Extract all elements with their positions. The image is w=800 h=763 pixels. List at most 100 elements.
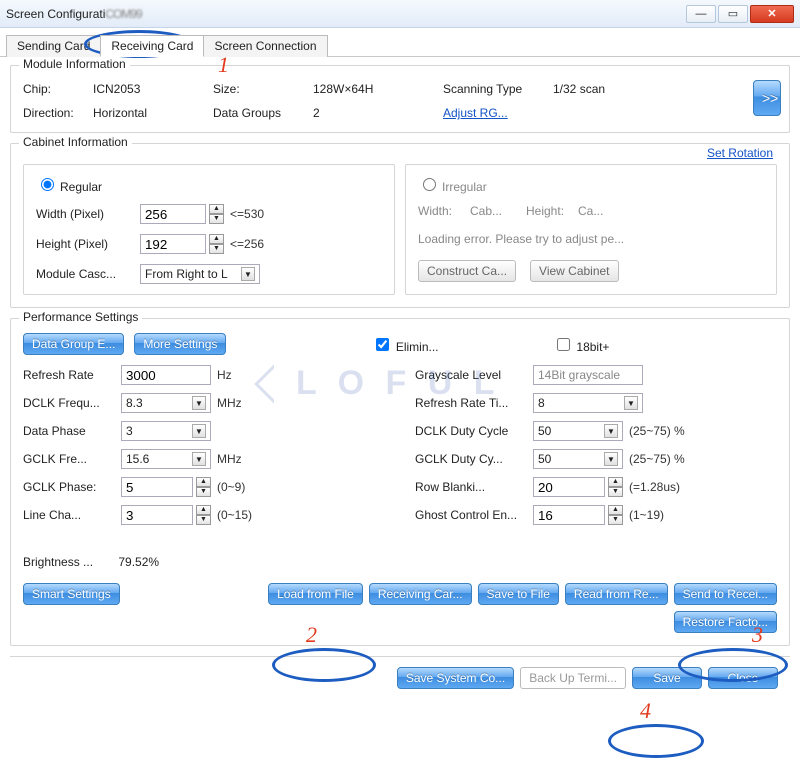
title-blur: COM99: [105, 7, 141, 21]
direction-value: Horizontal: [93, 106, 213, 120]
dclk-duty-label: DCLK Duty Cycle: [415, 424, 527, 438]
irregular-radio[interactable]: [423, 178, 436, 191]
reg-height-hint: <=256: [230, 237, 264, 251]
size-value: 128W×64H: [313, 82, 443, 96]
annotation-circle-4: [608, 724, 704, 758]
eliminate-checkbox[interactable]: [376, 338, 389, 351]
set-rotation-link[interactable]: Set Rotation: [707, 146, 773, 160]
data-groups-label: Data Groups: [213, 106, 313, 120]
construct-cabinet-button[interactable]: Construct Ca...: [418, 260, 516, 282]
ghost-control-input[interactable]: [533, 505, 605, 525]
cascade-select[interactable]: From Right to L ▼: [140, 264, 260, 284]
restore-factory-button[interactable]: Restore Facto...: [674, 611, 777, 633]
18bit-checkbox-wrap[interactable]: 18bit+: [553, 335, 609, 354]
receiving-card-button[interactable]: Receiving Car...: [369, 583, 472, 605]
smart-settings-button[interactable]: Smart Settings: [23, 583, 120, 605]
brightness-value: 79.52%: [118, 555, 159, 569]
refresh-rate-input[interactable]: [121, 365, 211, 385]
dclk-freq-label: DCLK Frequ...: [23, 396, 115, 410]
gclk-duty-hint: (25~75) %: [629, 452, 685, 466]
regular-radio-wrap[interactable]: Regular: [36, 180, 102, 194]
reg-height-label: Height (Pixel): [36, 237, 134, 251]
gclk-duty-select[interactable]: 50▼: [533, 449, 623, 469]
data-phase-select[interactable]: 3▼: [121, 421, 211, 441]
dclk-duty-select[interactable]: 50▼: [533, 421, 623, 441]
row-blanking-spinner[interactable]: ▲▼: [608, 477, 623, 497]
reg-width-input[interactable]: [140, 204, 206, 224]
reg-height-spinner[interactable]: ▲▼: [209, 234, 224, 254]
reg-height-input[interactable]: [140, 234, 206, 254]
tab-screen-connection[interactable]: Screen Connection: [203, 35, 327, 57]
eliminate-checkbox-wrap[interactable]: Elimin...: [372, 335, 438, 354]
regular-panel: Regular Width (Pixel) ▲▼ <=530 Height (P…: [23, 164, 395, 295]
data-group-button[interactable]: Data Group E...: [23, 333, 124, 355]
eliminate-label: Elimin...: [396, 340, 439, 354]
cabinet-information-group: Cabinet Information Set Rotation Regular…: [10, 143, 790, 308]
dclk-freq-unit: MHz: [217, 396, 257, 410]
group-title: Module Information: [19, 57, 130, 71]
tab-sending-card[interactable]: Sending Card: [6, 35, 101, 57]
gclk-freq-label: GCLK Fre...: [23, 452, 115, 466]
footer: Save System Co... Back Up Termi... Save …: [10, 656, 790, 689]
dclk-duty-hint: (25~75) %: [629, 424, 685, 438]
regular-radio[interactable]: [41, 178, 54, 191]
regular-label: Regular: [60, 180, 102, 194]
row-blanking-input[interactable]: [533, 477, 605, 497]
tab-receiving-card[interactable]: Receiving Card: [100, 35, 204, 57]
save-system-config-button[interactable]: Save System Co...: [397, 667, 514, 689]
18bit-checkbox[interactable]: [557, 338, 570, 351]
line-change-hint: (0~15): [217, 508, 277, 522]
gclk-duty-label: GCLK Duty Cy...: [415, 452, 527, 466]
tab-body: Module Information Chip: ICN2053 Size: 1…: [0, 57, 800, 697]
module-information-group: Module Information Chip: ICN2053 Size: 1…: [10, 65, 790, 133]
dropdown-icon: ▼: [604, 424, 618, 438]
backup-terminal-button[interactable]: Back Up Termi...: [520, 667, 626, 689]
chip-value: ICN2053: [93, 82, 213, 96]
ghost-control-hint: (1~19): [629, 508, 664, 522]
scanning-type-label: Scanning Type: [443, 82, 553, 96]
refresh-rate-label: Refresh Rate: [23, 368, 115, 382]
gclk-phase-input[interactable]: [121, 477, 193, 497]
maximize-button[interactable]: ▭: [718, 5, 748, 23]
irr-width-val: Cab...: [470, 204, 520, 218]
dropdown-icon: ▼: [192, 452, 206, 466]
cascade-label: Module Casc...: [36, 267, 134, 281]
dropdown-icon: ▼: [192, 424, 206, 438]
save-button[interactable]: Save: [632, 667, 702, 689]
irregular-label: Irregular: [442, 180, 487, 194]
more-settings-button[interactable]: More Settings: [134, 333, 226, 355]
gclk-phase-spinner[interactable]: ▲▼: [196, 477, 211, 497]
dropdown-icon: ▼: [192, 396, 206, 410]
titlebar[interactable]: Screen ConfiguratiCOM99 — ▭ ✕: [0, 0, 800, 28]
adjust-rgb-link[interactable]: Adjust RG...: [443, 106, 508, 120]
close-dialog-button[interactable]: Close: [708, 667, 778, 689]
refresh-rate-times-select[interactable]: 8▼: [533, 393, 643, 413]
dclk-freq-select[interactable]: 8.3▼: [121, 393, 211, 413]
reg-width-spinner[interactable]: ▲▼: [209, 204, 224, 224]
window-controls: — ▭ ✕: [686, 5, 794, 23]
close-button[interactable]: ✕: [750, 5, 794, 23]
send-to-receiving-button[interactable]: Send to Recei...: [674, 583, 777, 605]
module-next-button[interactable]: >>: [753, 80, 781, 116]
size-label: Size:: [213, 82, 313, 96]
save-to-file-button[interactable]: Save to File: [478, 583, 559, 605]
line-change-input[interactable]: [121, 505, 193, 525]
irr-height-val: Ca...: [578, 204, 603, 218]
gclk-freq-select[interactable]: 15.6▼: [121, 449, 211, 469]
window: Screen ConfiguratiCOM99 — ▭ ✕ Sending Ca…: [0, 0, 800, 697]
view-cabinet-button[interactable]: View Cabinet: [530, 260, 619, 282]
minimize-button[interactable]: —: [686, 5, 716, 23]
irregular-radio-wrap[interactable]: Irregular: [418, 180, 487, 194]
line-change-spinner[interactable]: ▲▼: [196, 505, 211, 525]
load-from-file-button[interactable]: Load from File: [268, 583, 363, 605]
dropdown-icon: ▼: [604, 452, 618, 466]
line-change-label: Line Cha...: [23, 508, 115, 522]
irregular-panel: Irregular Width: Cab... Height: Ca... Lo…: [405, 164, 777, 295]
read-from-receiving-button[interactable]: Read from Re...: [565, 583, 668, 605]
gclk-phase-label: GCLK Phase:: [23, 480, 115, 494]
direction-label: Direction:: [23, 106, 93, 120]
grayscale-select[interactable]: 14Bit grayscale: [533, 365, 643, 385]
ghost-control-label: Ghost Control En...: [415, 508, 527, 522]
reg-width-label: Width (Pixel): [36, 207, 134, 221]
ghost-control-spinner[interactable]: ▲▼: [608, 505, 623, 525]
